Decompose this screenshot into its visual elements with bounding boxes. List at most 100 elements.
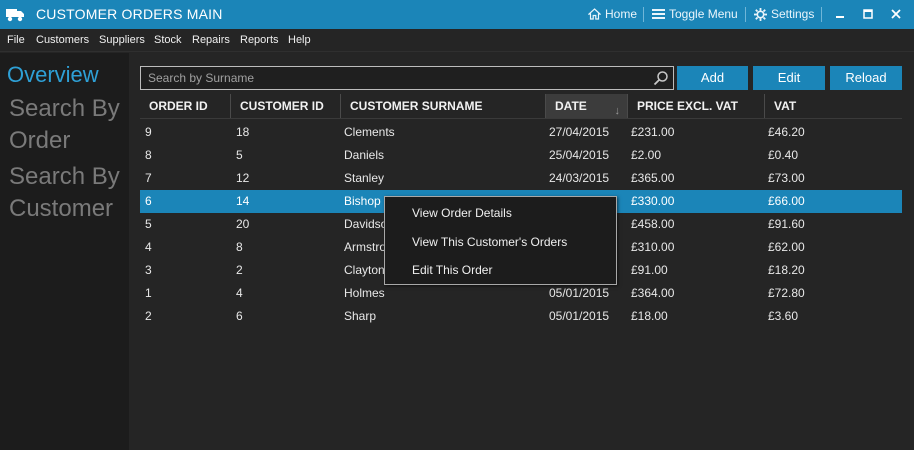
- search-input[interactable]: [141, 67, 651, 89]
- cell-price-excl-vat: £364.00: [631, 286, 675, 300]
- cell-customer-surname: Sharp: [344, 309, 377, 323]
- add-button[interactable]: Add: [677, 66, 748, 90]
- context-item-view-customer-orders[interactable]: View This Customer's Orders: [412, 235, 567, 249]
- home-label: Home: [605, 7, 638, 21]
- cell-order-id: 5: [145, 217, 152, 231]
- context-item-view-order-details[interactable]: View Order Details: [412, 206, 512, 220]
- sidebar-item-search-by-order[interactable]: Search By Order: [9, 93, 124, 157]
- cell-price-excl-vat: £18.00: [631, 309, 668, 323]
- menu-customers[interactable]: Customers: [36, 34, 89, 46]
- cell-vat: £73.00: [768, 171, 805, 185]
- titlebar-divider: [643, 7, 644, 22]
- cell-customer-surname: Clements: [344, 125, 395, 139]
- cell-customer-id: 8: [236, 240, 243, 254]
- cell-vat: £3.60: [768, 309, 799, 323]
- cell-price-excl-vat: £2.00: [631, 148, 662, 162]
- cell-customer-id: 14: [236, 194, 250, 208]
- home-button[interactable]: Home: [588, 7, 637, 21]
- cell-price-excl-vat: £365.00: [631, 171, 675, 185]
- sidebar: Overview Search By Order Search By Custo…: [0, 53, 129, 450]
- cell-customer-id: 2: [236, 263, 243, 277]
- settings-button[interactable]: Settings: [754, 7, 814, 21]
- search-icon[interactable]: [653, 70, 669, 86]
- menu-repairs[interactable]: Repairs: [192, 34, 230, 46]
- context-item-edit-order[interactable]: Edit This Order: [412, 263, 492, 277]
- cell-price-excl-vat: £310.00: [631, 240, 675, 254]
- maximize-icon[interactable]: [856, 4, 880, 24]
- cell-order-id: 1: [145, 286, 152, 300]
- table-header: ORDER ID CUSTOMER ID CUSTOMER SURNAME DA…: [140, 94, 902, 119]
- cell-price-excl-vat: £91.00: [631, 263, 668, 277]
- table-row[interactable]: 9 18 Clements 27/04/2015 £231.00 £46.20: [140, 121, 902, 144]
- cell-vat: £18.20: [768, 263, 805, 277]
- cell-date: 05/01/2015: [549, 309, 610, 323]
- truck-icon: [6, 9, 24, 22]
- cell-vat: £66.00: [768, 194, 805, 208]
- cell-date: 05/01/2015: [549, 286, 610, 300]
- cell-date: 27/04/2015: [549, 125, 610, 139]
- table-row[interactable]: 8 5 Daniels 25/04/2015 £2.00 £0.40: [140, 144, 902, 167]
- column-date[interactable]: DATE ↓: [546, 94, 628, 118]
- sidebar-item-overview[interactable]: Overview: [7, 62, 99, 88]
- cell-customer-surname: Daniels: [344, 148, 385, 162]
- reload-button[interactable]: Reload: [830, 66, 902, 90]
- close-icon[interactable]: [884, 4, 908, 24]
- cell-customer-id: 6: [236, 309, 243, 323]
- cell-price-excl-vat: £330.00: [631, 194, 675, 208]
- cell-order-id: 2: [145, 309, 152, 323]
- column-order-id[interactable]: ORDER ID: [140, 94, 231, 118]
- sidebar-item-search-by-customer[interactable]: Search By Customer: [9, 161, 124, 225]
- toggle-menu-button[interactable]: Toggle Menu: [652, 7, 738, 21]
- cell-customer-id: 18: [236, 125, 250, 139]
- table-row[interactable]: 1 4 Holmes 05/01/2015 £364.00 £72.80: [140, 282, 902, 305]
- cell-customer-id: 4: [236, 286, 243, 300]
- cell-date: 25/04/2015: [549, 148, 610, 162]
- home-icon: [588, 8, 601, 20]
- cell-price-excl-vat: £231.00: [631, 125, 675, 139]
- menu-reports[interactable]: Reports: [240, 34, 279, 46]
- cell-vat: £72.80: [768, 286, 805, 300]
- cell-order-id: 9: [145, 125, 152, 139]
- cell-customer-surname: Stanley: [344, 171, 385, 185]
- search-box: [140, 66, 674, 90]
- cell-order-id: 4: [145, 240, 152, 254]
- cell-customer-surname: Holmes: [344, 286, 385, 300]
- menu-file[interactable]: File: [7, 34, 25, 46]
- cell-customer-id: 12: [236, 171, 250, 185]
- menu-suppliers[interactable]: Suppliers: [99, 34, 145, 46]
- gear-icon: [754, 7, 767, 21]
- cell-date: 24/03/2015: [549, 171, 610, 185]
- sort-descending-icon: ↓: [614, 105, 621, 117]
- window-title: CUSTOMER ORDERS MAIN: [36, 6, 223, 22]
- column-customer-surname[interactable]: CUSTOMER SURNAME: [341, 94, 546, 118]
- hamburger-icon: [652, 9, 665, 19]
- column-vat[interactable]: VAT: [765, 94, 902, 118]
- menu-help[interactable]: Help: [288, 34, 311, 46]
- settings-label: Settings: [771, 7, 815, 21]
- column-customer-id[interactable]: CUSTOMER ID: [231, 94, 341, 118]
- titlebar-divider: [745, 7, 746, 22]
- menu-bar: File Customers Suppliers Stock Repairs R…: [0, 29, 914, 52]
- cell-vat: £91.60: [768, 217, 805, 231]
- toggle-menu-label: Toggle Menu: [669, 7, 738, 21]
- title-bar: CUSTOMER ORDERS MAIN Home Toggle Menu Se…: [0, 0, 914, 29]
- cell-order-id: 8: [145, 148, 152, 162]
- cell-customer-id: 20: [236, 217, 250, 231]
- cell-price-excl-vat: £458.00: [631, 217, 675, 231]
- column-price-excl-vat[interactable]: PRICE EXCL. VAT: [628, 94, 765, 118]
- cell-vat: £0.40: [768, 148, 799, 162]
- column-date-label: DATE: [555, 99, 587, 113]
- titlebar-divider: [821, 7, 822, 22]
- cell-order-id: 3: [145, 263, 152, 277]
- table-row[interactable]: 2 6 Sharp 05/01/2015 £18.00 £3.60: [140, 305, 902, 328]
- table-row[interactable]: 7 12 Stanley 24/03/2015 £365.00 £73.00: [140, 167, 902, 190]
- cell-order-id: 7: [145, 171, 152, 185]
- cell-vat: £46.20: [768, 125, 805, 139]
- cell-vat: £62.00: [768, 240, 805, 254]
- cell-customer-id: 5: [236, 148, 243, 162]
- cell-order-id: 6: [145, 194, 152, 208]
- menu-stock[interactable]: Stock: [154, 34, 182, 46]
- edit-button[interactable]: Edit: [753, 66, 825, 90]
- minimize-icon[interactable]: [828, 4, 852, 24]
- context-menu: View Order Details View This Customer's …: [384, 196, 617, 285]
